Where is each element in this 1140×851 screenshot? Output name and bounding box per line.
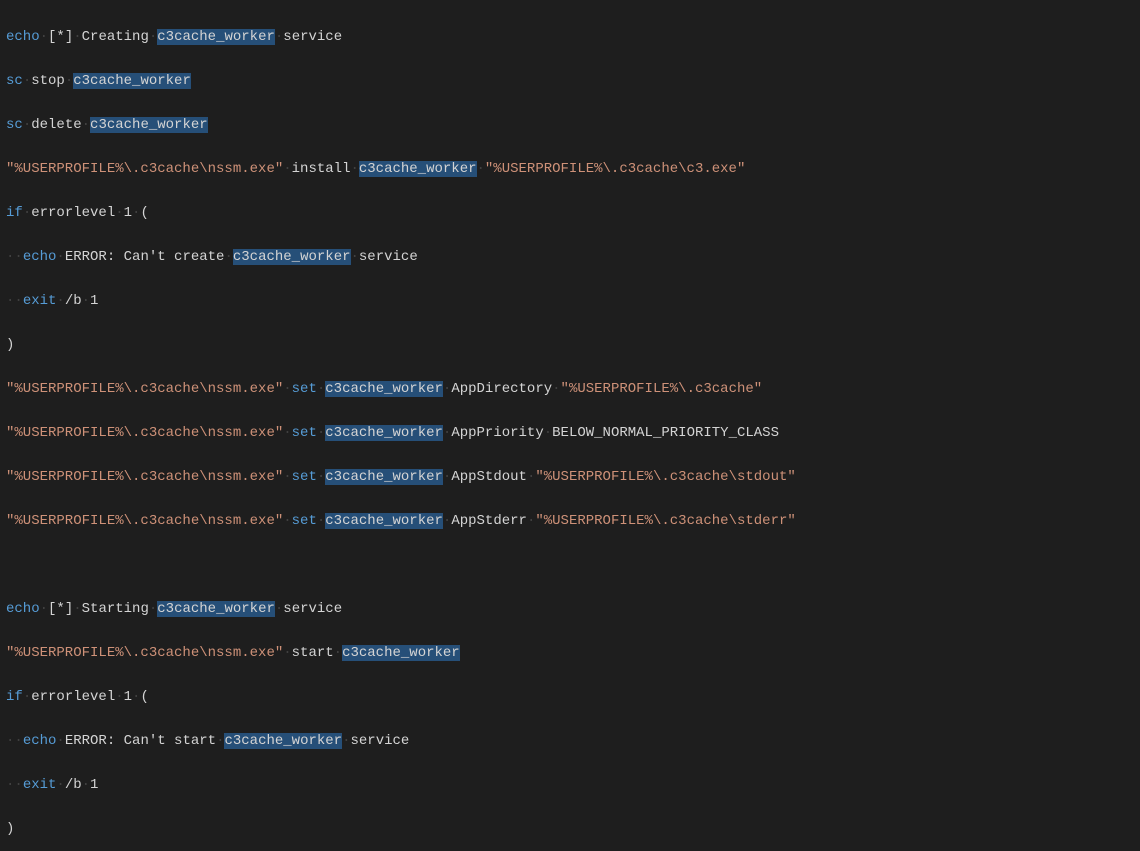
code-line: ··echo·ERROR: Can't create·c3cache_worke…	[6, 246, 1134, 268]
code-line: echo·[*]·Creating·c3cache_worker·service	[6, 26, 1134, 48]
code-line: ··exit·/b·1	[6, 774, 1134, 796]
code-line: "%USERPROFILE%\.c3cache\nssm.exe"·set·c3…	[6, 510, 1134, 532]
code-editor[interactable]: echo·[*]·Creating·c3cache_worker·service…	[0, 0, 1140, 851]
code-line: )	[6, 818, 1134, 840]
code-line: sc·delete·c3cache_worker	[6, 114, 1134, 136]
code-line: sc·stop·c3cache_worker	[6, 70, 1134, 92]
code-line: "%USERPROFILE%\.c3cache\nssm.exe"·set·c3…	[6, 466, 1134, 488]
code-line: if·errorlevel·1·(	[6, 202, 1134, 224]
code-line: echo·[*]·Starting·c3cache_worker·service	[6, 598, 1134, 620]
code-line: ··exit·/b·1	[6, 290, 1134, 312]
code-line: if·errorlevel·1·(	[6, 686, 1134, 708]
highlighted-text: c3cache_worker	[157, 29, 275, 45]
code-line: "%USERPROFILE%\.c3cache\nssm.exe"·set·c3…	[6, 378, 1134, 400]
code-line: ··echo·ERROR: Can't start·c3cache_worker…	[6, 730, 1134, 752]
code-line: "%USERPROFILE%\.c3cache\nssm.exe"·instal…	[6, 158, 1134, 180]
keyword-echo: echo	[6, 29, 40, 45]
code-line: "%USERPROFILE%\.c3cache\nssm.exe"·set·c3…	[6, 422, 1134, 444]
code-line: "%USERPROFILE%\.c3cache\nssm.exe"·start·…	[6, 642, 1134, 664]
code-line	[6, 554, 1134, 576]
code-line: )	[6, 334, 1134, 356]
